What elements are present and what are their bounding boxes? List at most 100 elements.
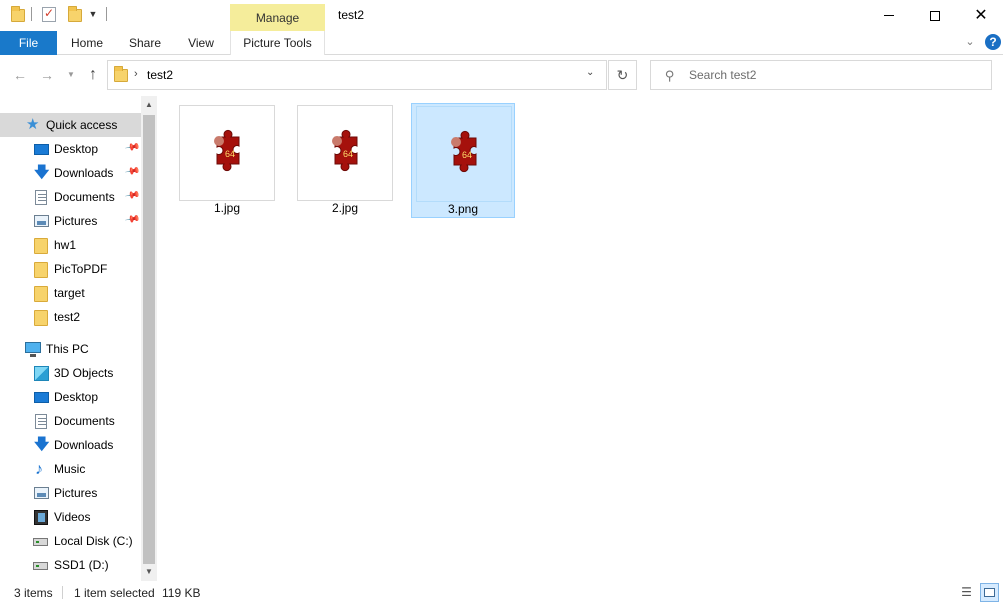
sidebar-item-videos[interactable]: Videos (0, 505, 141, 529)
3d-objects-icon (34, 366, 49, 381)
sidebar-item-label: Quick access (46, 118, 118, 132)
up-arrow-icon[interactable]: ↑ (84, 66, 102, 84)
toolbar-separator (31, 7, 32, 21)
pin-icon[interactable]: 📌 (124, 211, 141, 227)
folder-icon[interactable] (11, 6, 25, 22)
customize-toolbar-dropdown-icon[interactable]: ▼ (86, 7, 100, 21)
scroll-down-arrow-icon[interactable]: ▼ (141, 565, 157, 579)
scroll-up-arrow-icon[interactable]: ▲ (141, 98, 157, 112)
file-name: 2.jpg (331, 201, 359, 215)
sidebar-item-pictopdf[interactable]: PicToPDF (0, 257, 141, 281)
close-button[interactable]: ✕ (958, 0, 1003, 31)
pictures-icon (34, 215, 49, 227)
ribbon-tabs: File Home Share View Picture Tools ⌄ ? (0, 31, 1003, 55)
sidebar-item-label: This PC (46, 342, 89, 356)
sidebar-item-desktop[interactable]: Desktop 📌 (0, 137, 141, 161)
pin-icon[interactable]: 📌 (124, 187, 141, 203)
sidebar-item-pc-downloads[interactable]: 🡇 Downloads (0, 433, 141, 457)
folder-icon (34, 238, 48, 254)
tab-file[interactable]: File (0, 31, 57, 55)
item-count: 3 items (14, 586, 53, 600)
file-item-selected[interactable]: 64 3.png (411, 103, 515, 218)
pin-icon[interactable]: 📌 (124, 139, 141, 155)
recent-locations-chevron-icon[interactable]: ▼ (62, 66, 80, 84)
tab-home[interactable]: Home (62, 31, 112, 55)
minimize-button[interactable] (866, 0, 912, 31)
star-icon: ★ (26, 116, 40, 133)
new-folder-icon[interactable] (68, 6, 82, 22)
music-icon: ♪ (35, 461, 43, 478)
search-icon: ⚲ (665, 68, 675, 83)
document-icon (35, 190, 47, 205)
file-name: 3.png (447, 202, 479, 216)
tab-share[interactable]: Share (122, 31, 168, 55)
help-icon[interactable]: ? (985, 34, 1001, 50)
folder-icon (34, 310, 48, 326)
badge-text: 64 (225, 149, 235, 159)
sidebar-item-pc-desktop[interactable]: Desktop (0, 385, 141, 409)
folder-icon (34, 262, 48, 278)
sidebar-item-music[interactable]: ♪ Music (0, 457, 141, 481)
sidebar-item-quick-access[interactable]: ★ Quick access (0, 113, 141, 137)
thumbnail: 64 (179, 105, 275, 201)
forward-arrow-icon[interactable]: → (38, 66, 56, 84)
sidebar-item-local-disk-c[interactable]: Local Disk (C:) (0, 529, 141, 553)
file-item[interactable]: 64 1.jpg (175, 103, 279, 218)
thumbnail: 64 (416, 106, 512, 202)
sidebar-item-pc-documents[interactable]: Documents (0, 409, 141, 433)
search-box[interactable]: ⚲ (650, 60, 992, 90)
pin-icon[interactable]: 📌 (124, 163, 141, 179)
maximize-icon (930, 10, 940, 21)
folder-icon (34, 286, 48, 302)
expand-ribbon-icon[interactable]: ⌄ (962, 35, 978, 48)
sidebar-item-this-pc[interactable]: This PC (0, 337, 141, 361)
video-icon (34, 510, 48, 525)
sidebar-item-pc-pictures[interactable]: Pictures (0, 481, 141, 505)
sidebar-item-3d-objects[interactable]: 3D Objects (0, 361, 141, 385)
download-icon: 🡇 (34, 164, 50, 181)
desktop-icon (34, 392, 49, 403)
refresh-icon: ↻ (616, 67, 629, 83)
tab-manage[interactable]: Manage (230, 4, 325, 31)
window-title: test2 (338, 8, 365, 22)
details-view-icon[interactable]: ☰ (958, 584, 975, 601)
tab-view[interactable]: View (180, 31, 222, 55)
address-bar[interactable]: › test2 ⌄ (107, 60, 607, 90)
large-icons-view-icon[interactable] (980, 583, 999, 602)
sidebar-item-label: Local Disk (C:) (54, 534, 133, 548)
minimize-icon (884, 15, 894, 16)
sidebar-item-label: Desktop (54, 142, 99, 156)
sidebar-item-label: hw1 (54, 238, 77, 252)
search-input[interactable] (689, 67, 979, 83)
breadcrumb-chevron-icon[interactable]: › (134, 68, 138, 80)
sidebar-item-label: target (54, 286, 85, 300)
sidebar-item-label: Desktop (54, 390, 99, 404)
desktop-icon (34, 144, 49, 155)
pictures-icon (34, 487, 49, 499)
address-dropdown-icon[interactable]: ⌄ (586, 67, 594, 78)
sidebar-item-documents[interactable]: Documents 📌 (0, 185, 141, 209)
tab-picture-tools[interactable]: Picture Tools (230, 31, 325, 55)
large-icons-glyph (984, 588, 995, 597)
sidebar-item-ssd1-d[interactable]: SSD1 (D:) (0, 553, 141, 577)
breadcrumb-test2[interactable]: test2 (147, 68, 173, 82)
sidebar-item-target[interactable]: target (0, 281, 141, 305)
sidebar-item-hw1[interactable]: hw1 (0, 233, 141, 257)
toolbar-separator (106, 7, 107, 21)
sidebar-scrollbar[interactable]: ▲ ▼ (141, 96, 157, 581)
badge-text: 64 (343, 149, 353, 159)
sidebar-item-pictures[interactable]: Pictures 📌 (0, 209, 141, 233)
sidebar-item-test2[interactable]: test2 (0, 305, 141, 329)
properties-icon[interactable] (42, 6, 56, 22)
back-arrow-icon[interactable]: ← (11, 66, 29, 84)
sidebar-item-label: Pictures (54, 214, 98, 228)
maximize-button[interactable] (912, 0, 958, 31)
sidebar-item-downloads[interactable]: 🡇 Downloads 📌 (0, 161, 141, 185)
folder-icon (114, 66, 128, 82)
scrollbar-thumb[interactable] (143, 115, 155, 564)
file-item[interactable]: 64 2.jpg (293, 103, 397, 218)
file-list[interactable]: 64 1.jpg 64 2.jpg 64 3.png (158, 96, 1003, 581)
refresh-button[interactable]: ↻ (608, 60, 637, 90)
sidebar-item-label: Downloads (54, 166, 114, 180)
selection-size: 119 KB (162, 586, 201, 600)
